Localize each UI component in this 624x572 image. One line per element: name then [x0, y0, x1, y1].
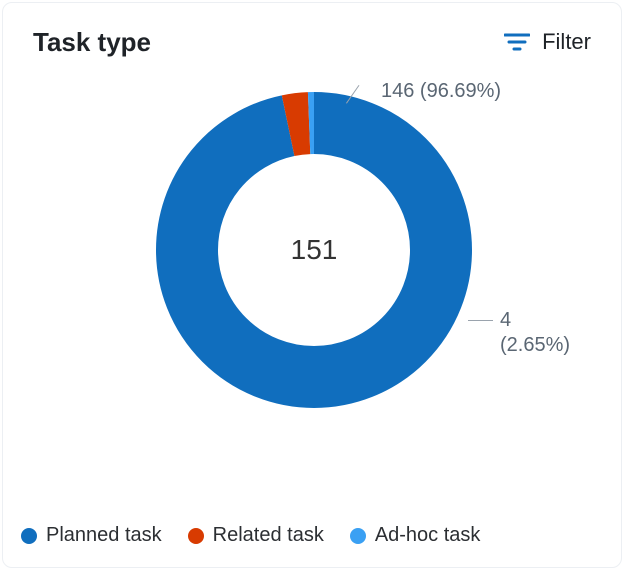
legend: Planned task Related task Ad-hoc task — [21, 524, 480, 547]
donut-ring: 151 — [155, 91, 473, 409]
legend-label-adhoc: Ad-hoc task — [375, 524, 481, 547]
card-title: Task type — [33, 27, 151, 58]
legend-item-planned[interactable]: Planned task — [21, 524, 162, 547]
callout-related-value: 4 — [500, 308, 570, 333]
task-type-card: Task type Filter 151 146 (96.69%) 4 (2. — [2, 2, 622, 568]
callout-planned-text: 146 (96.69%) — [381, 80, 501, 102]
callout-related: 4 (2.65%) — [500, 308, 570, 358]
filter-button[interactable]: Filter — [504, 25, 591, 59]
filter-label: Filter — [542, 29, 591, 55]
donut-total-label: 151 — [155, 91, 473, 409]
callout-related-percent: (2.65%) — [500, 333, 570, 358]
donut-chart: 151 146 (96.69%) 4 (2.65%) — [3, 73, 623, 503]
legend-item-adhoc[interactable]: Ad-hoc task — [350, 524, 481, 547]
callout-planned: 146 (96.69%) — [381, 79, 501, 104]
legend-swatch-related — [188, 528, 204, 544]
card-header: Task type Filter — [3, 3, 621, 59]
legend-swatch-adhoc — [350, 528, 366, 544]
legend-label-related: Related task — [213, 524, 324, 547]
legend-label-planned: Planned task — [46, 524, 162, 547]
filter-icon — [504, 32, 530, 52]
legend-swatch-planned — [21, 528, 37, 544]
legend-item-related[interactable]: Related task — [188, 524, 324, 547]
